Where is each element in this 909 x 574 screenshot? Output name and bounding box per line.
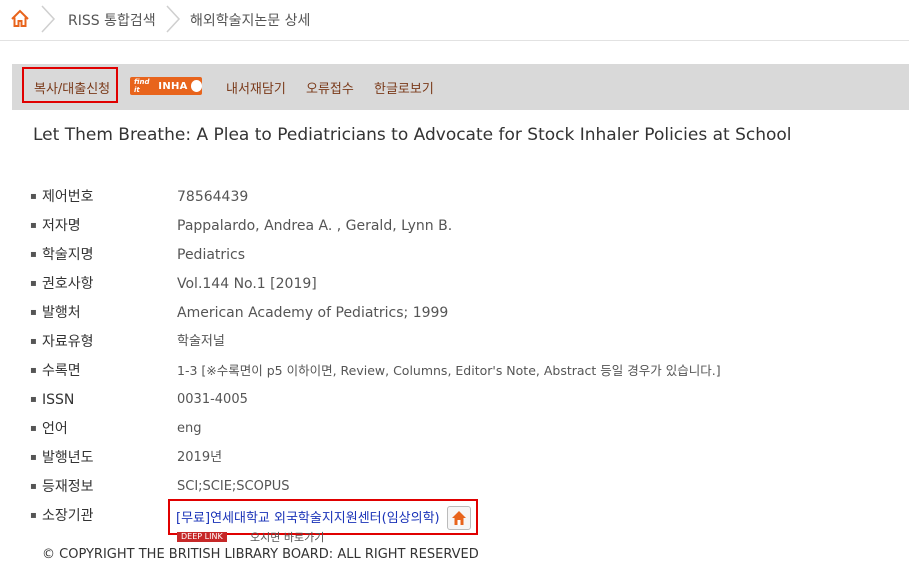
field-label: 학술지명 [42,247,94,263]
bullet: ▪ [30,307,37,318]
field-value: 78564439 [177,189,249,205]
findit-name: INHA [158,80,188,92]
field-value: 1-3 [※수록면이 p5 이하이면, Review, Columns, Edi… [177,363,721,378]
field-label: 수록면 [42,363,81,379]
field-label: 제어번호 [42,189,94,205]
bullet: ▪ [30,249,37,260]
field-label: 발행처 [42,305,81,321]
error-report-button[interactable]: 오류접수 [306,78,354,97]
holding-institution-link[interactable]: [무료]연세대학교 외국학술지지원센터(임상의학) [176,507,440,526]
bullet: ▪ [30,336,37,347]
findit-inha-button[interactable]: find it INHA [130,77,202,95]
chevron-right-icon [41,5,56,33]
breadcrumb-item-detail: 해외학술지논문 상세 [190,13,311,29]
field-label: 소장기관 [42,508,94,524]
bullet: ▪ [30,278,37,289]
field-value: eng [177,421,202,436]
findit-prefix: find it [134,78,150,94]
field-value: American Academy of Pediatrics; 1999 [177,305,449,321]
bullet: ▪ [30,510,37,521]
chevron-right-icon [166,5,181,33]
breadcrumb: RISS 통합검색 해외학술지논문 상세 [0,0,909,41]
action-toolbar: 복사/대출신청 find it INHA 내서재담기 오류접수 한글로보기 [12,64,909,110]
findit-logo [190,80,202,92]
save-to-library-button[interactable]: 내서재담기 [226,78,286,97]
article-title: Let Them Breathe: A Plea to Pediatrician… [33,125,792,145]
home-button-icon [452,511,466,525]
bullet: ▪ [30,452,37,463]
copyright-notice: © COPYRIGHT THE BRITISH LIBRARY BOARD: A… [42,547,479,562]
bullet: ▪ [30,394,37,405]
bullet: ▪ [30,423,37,434]
bullet: ▪ [30,365,37,376]
hangul-view-button[interactable]: 한글로보기 [374,78,434,97]
field-label: 등재정보 [42,479,94,495]
field-label: 저자명 [42,218,81,234]
breadcrumb-item-riss[interactable]: RISS 통합검색 [68,10,156,30]
field-value: 2019년 [177,450,223,465]
field-value: Pappalardo, Andrea A. , Gerald, Lynn B. [177,218,453,234]
bullet: ▪ [30,191,37,202]
home-icon[interactable] [10,9,30,29]
bullet: ▪ [30,481,37,492]
field-label: 발행년도 [42,450,94,466]
field-value: SCI;SCIE;SCOPUS [177,479,290,494]
deeplink-text[interactable]: 오시면 바로가기 [250,529,324,545]
field-value: 학술저널 [177,334,225,349]
institution-home-button[interactable] [447,506,471,530]
field-label: 언어 [42,421,68,437]
field-label: 자료유형 [42,334,94,350]
deeplink-icon[interactable]: DEEP LINK [177,532,227,542]
bullet: ▪ [30,220,37,231]
copy-loan-button[interactable]: 복사/대출신청 [34,78,110,97]
field-label: ISSN [42,392,75,408]
field-value: Vol.144 No.1 [2019] [177,276,317,292]
field-label: 권호사항 [42,276,94,292]
field-value: 0031-4005 [177,392,248,407]
field-value: Pediatrics [177,247,246,263]
